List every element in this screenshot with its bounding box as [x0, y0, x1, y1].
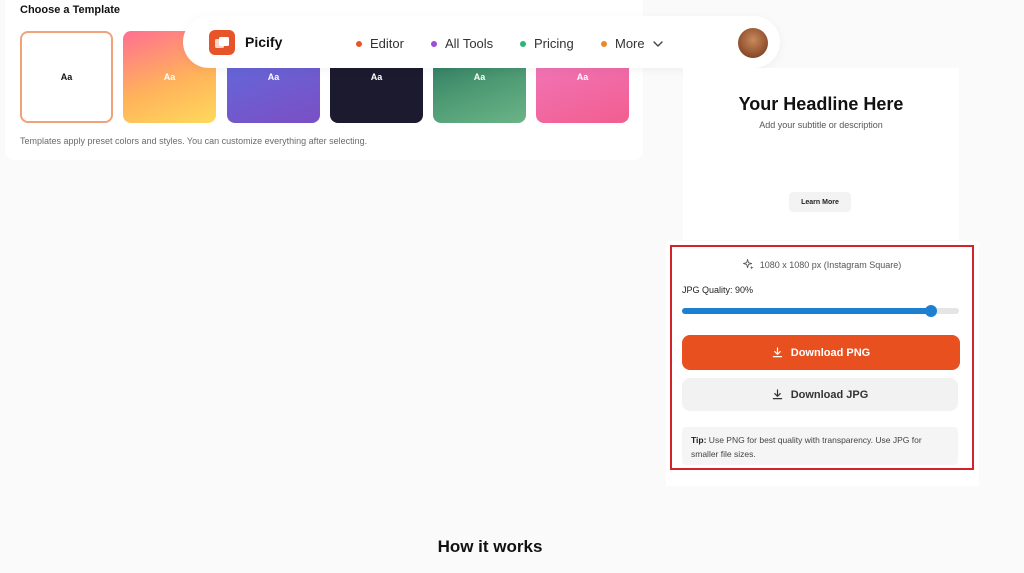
- download-png-button[interactable]: Download PNG: [682, 335, 960, 370]
- nav-item-pricing[interactable]: Pricing: [520, 36, 574, 51]
- picify-logo-icon[interactable]: [209, 30, 235, 55]
- size-info-text: 1080 x 1080 px (Instagram Square): [759, 259, 902, 270]
- template-sample-text: Aa: [267, 72, 280, 82]
- download-jpg-button[interactable]: Download JPG: [682, 378, 958, 411]
- template-note: Templates apply preset colors and styles…: [20, 136, 368, 146]
- nav-item-label: Editor: [370, 36, 404, 51]
- nav-dot-icon: [356, 40, 362, 47]
- nav-item-editor[interactable]: Editor: [356, 36, 404, 51]
- jpg-quality-label: JPG Quality: 90%: [682, 285, 754, 295]
- template-sample-text: Aa: [370, 72, 383, 82]
- size-info: 1080 x 1080 px (Instagram Square): [672, 259, 972, 270]
- brand-name[interactable]: Picify: [245, 34, 282, 50]
- nav-dot-icon: [520, 40, 526, 47]
- preview-canvas: Your Headline Here Add your subtitle or …: [683, 68, 959, 240]
- preview-subtitle: Add your subtitle or description: [759, 120, 883, 130]
- preview-learn-more-button: Learn More: [789, 192, 851, 212]
- template-option-white[interactable]: Aa: [20, 31, 113, 123]
- nav-item-label: More: [615, 36, 645, 51]
- template-sample-text: Aa: [60, 72, 73, 82]
- template-sample-text: Aa: [163, 72, 176, 82]
- jpg-quality-slider[interactable]: [682, 305, 959, 317]
- sparkle-icon: [742, 259, 754, 270]
- download-png-label: Download PNG: [790, 346, 871, 359]
- nav-dot-icon: [431, 40, 437, 47]
- download-icon: [772, 347, 782, 358]
- nav-item-label: All Tools: [445, 36, 494, 51]
- slider-fill: [682, 308, 932, 314]
- chevron-down-icon: [652, 40, 663, 47]
- tip-text: Use PNG for best quality with transparen…: [691, 435, 922, 459]
- template-sample-text: Aa: [576, 72, 589, 82]
- template-section-title: Choose a Template: [20, 4, 121, 16]
- nav-item-all-tools[interactable]: All Tools: [431, 36, 493, 51]
- download-icon: [772, 389, 782, 400]
- nav-item-label: Pricing: [534, 36, 574, 51]
- export-tip: Tip: Use PNG for best quality with trans…: [682, 427, 958, 465]
- tip-label: Tip:: [691, 435, 707, 445]
- export-panel: 1080 x 1080 px (Instagram Square) JPG Qu…: [670, 245, 974, 470]
- download-jpg-label: Download JPG: [790, 388, 869, 401]
- user-avatar[interactable]: [738, 28, 768, 58]
- slider-thumb[interactable]: [925, 305, 938, 317]
- nav-dot-icon: [601, 40, 607, 47]
- template-sample-text: Aa: [473, 72, 486, 82]
- how-it-works-heading: How it works: [437, 537, 543, 556]
- nav-item-more[interactable]: More: [601, 36, 663, 51]
- preview-headline: Your Headline Here: [738, 94, 904, 114]
- top-navigation: Picify Editor All Tools Pricing More: [183, 16, 780, 68]
